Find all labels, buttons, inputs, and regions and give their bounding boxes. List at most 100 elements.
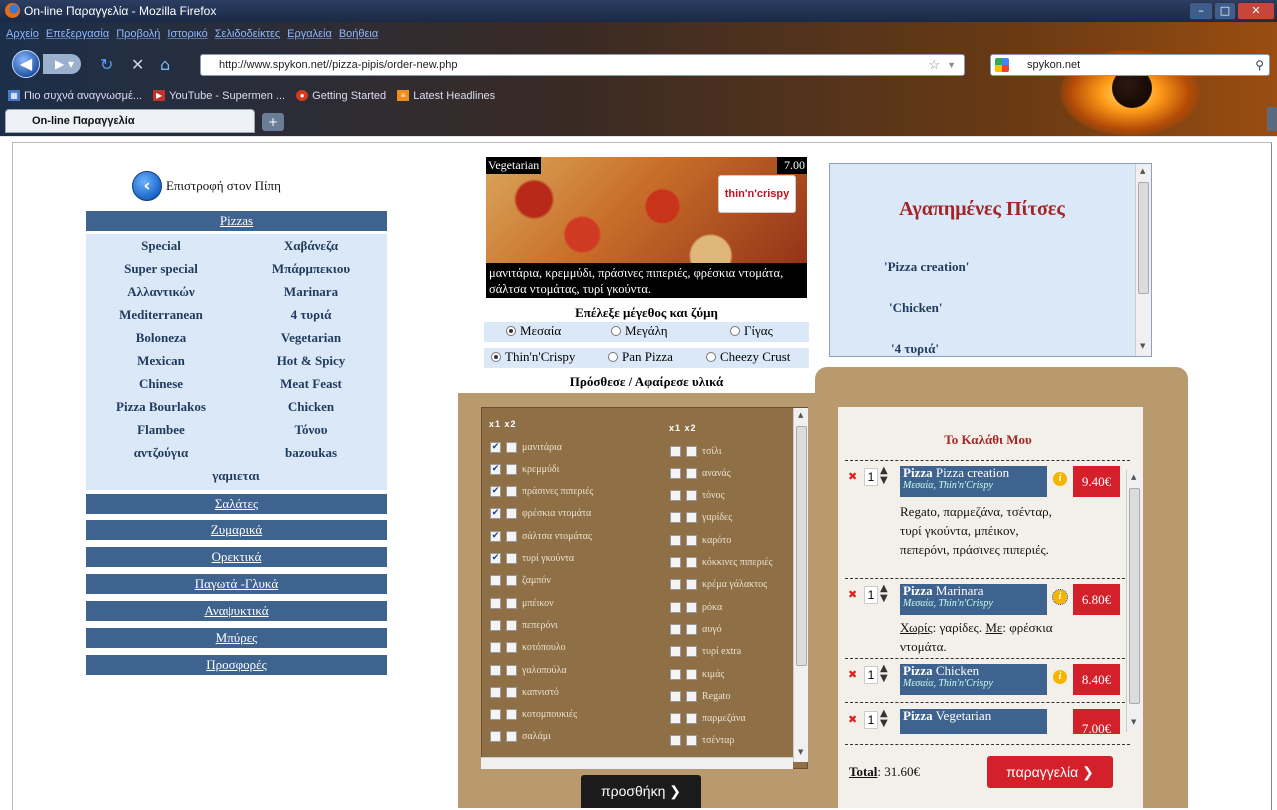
x1-checkbox[interactable] <box>490 709 501 721</box>
favorite-item[interactable]: 'Chicken' <box>889 300 942 316</box>
pizza-link[interactable]: γαμιεται <box>161 468 311 484</box>
x2-checkbox[interactable] <box>506 619 517 631</box>
bookmark-getting-started[interactable]: ● Getting Started <box>296 86 386 106</box>
pizza-link[interactable]: Τόνου <box>236 422 386 438</box>
x1-checkbox[interactable] <box>670 690 681 702</box>
pizza-link[interactable]: Chinese <box>86 376 236 392</box>
x1-checkbox[interactable] <box>490 597 501 609</box>
bookmark-most-visited[interactable]: ▦ Πιο συχνά αναγνωσμέ... <box>8 86 142 106</box>
x2-checkbox[interactable] <box>686 668 697 680</box>
remove-icon[interactable]: ✖ <box>848 668 857 681</box>
x1-checkbox[interactable] <box>670 490 681 502</box>
x2-checkbox[interactable] <box>686 445 697 457</box>
info-icon[interactable]: i <box>1053 670 1067 684</box>
x2-checkbox[interactable] <box>506 463 517 475</box>
radio-button[interactable] <box>608 352 618 362</box>
bookmark-star-icon[interactable]: ☆ <box>928 55 940 75</box>
back-label[interactable]: Επιστροφή στον Πίπη <box>166 178 281 194</box>
x2-checkbox[interactable] <box>506 575 517 587</box>
dough-option-cheezy-crust[interactable]: Cheezy Crust <box>706 349 790 365</box>
radio-button[interactable] <box>506 326 516 336</box>
ingredients-horizontal-scrollbar[interactable] <box>481 757 793 769</box>
new-tab-button[interactable]: + <box>262 113 284 131</box>
category-link[interactable]: Σαλάτες <box>86 494 387 514</box>
x1-checkbox[interactable] <box>670 445 681 457</box>
google-icon[interactable] <box>995 58 1009 72</box>
category-link[interactable]: Προσφορές <box>86 655 387 675</box>
pizza-link[interactable]: Mexican <box>86 353 236 369</box>
x1-checkbox[interactable] <box>670 623 681 635</box>
x1-checkbox[interactable] <box>670 735 681 747</box>
favorite-item[interactable]: '4 τυριά' <box>891 341 939 357</box>
search-icon[interactable]: ⚲ <box>1255 55 1264 75</box>
cart-scrollbar[interactable]: ▲ ▼ <box>1126 470 1142 732</box>
x2-checkbox[interactable] <box>686 579 697 591</box>
x2-checkbox[interactable] <box>686 623 697 635</box>
pizza-link[interactable]: Special <box>86 238 236 254</box>
x2-checkbox[interactable] <box>506 686 517 698</box>
remove-icon[interactable]: ✖ <box>848 588 857 601</box>
url-dropdown-icon[interactable]: ▼ <box>947 55 956 75</box>
radio-button[interactable] <box>491 352 501 362</box>
x1-checkbox[interactable] <box>490 664 501 676</box>
menu-item[interactable]: Σελιδοδείκτες <box>215 28 280 40</box>
minimize-button[interactable]: – <box>1189 2 1213 20</box>
menu-item[interactable]: Ιστορικό <box>167 28 207 40</box>
size-option-large[interactable]: Μεγάλη <box>611 323 668 339</box>
stop-icon[interactable]: ✕ <box>131 55 144 74</box>
size-option-giant[interactable]: Γίγας <box>730 323 773 339</box>
home-icon[interactable]: ⌂ <box>160 55 170 74</box>
pizza-link[interactable]: Χαβάνεζα <box>236 238 386 254</box>
pizza-link[interactable]: Flambee <box>86 422 236 438</box>
x2-checkbox[interactable] <box>506 709 517 721</box>
x1-checkbox[interactable] <box>490 575 501 587</box>
x2-checkbox[interactable] <box>506 441 517 453</box>
scroll-thumb[interactable] <box>796 426 807 666</box>
scroll-down-icon[interactable]: ▼ <box>1131 718 1136 726</box>
ingredients-scrollbar[interactable]: ▲ ▼ <box>793 408 808 762</box>
radio-button[interactable] <box>730 326 740 336</box>
radio-button[interactable] <box>611 326 621 336</box>
x2-checkbox[interactable] <box>686 557 697 568</box>
info-icon[interactable]: i <box>1052 589 1068 605</box>
scroll-thumb[interactable] <box>1138 182 1149 294</box>
pizza-link[interactable]: Αλλαντικών <box>86 284 236 300</box>
quantity-field[interactable]: 1 <box>864 711 878 729</box>
menu-item[interactable]: Επεξεργασία <box>46 28 109 40</box>
x2-checkbox[interactable] <box>686 467 697 479</box>
pizza-link[interactable]: Vegetarian <box>236 330 386 346</box>
back-to-pipis-link[interactable]: ‹ Επιστροφή στον Πίπη <box>132 170 281 202</box>
category-link[interactable]: Ορεκτικά <box>86 547 387 567</box>
quantity-stepper[interactable]: ▲ ▼ <box>880 664 888 684</box>
search-input[interactable]: spykon.net <box>1027 59 1080 71</box>
quantity-stepper[interactable]: ▲ ▼ <box>880 709 888 729</box>
x1-checkbox[interactable]: ✔ <box>490 441 501 453</box>
x2-checkbox[interactable] <box>506 731 517 743</box>
x1-checkbox[interactable] <box>670 601 681 613</box>
scroll-up-icon[interactable]: ▲ <box>798 411 803 419</box>
x1-checkbox[interactable]: ✔ <box>490 508 501 520</box>
pizza-link[interactable]: Meat Feast <box>236 376 386 392</box>
scroll-down-icon[interactable]: ▼ <box>1140 342 1145 350</box>
forward-button[interactable]: ▶ ▾ <box>43 54 81 74</box>
pizza-link[interactable]: Pizza Bourlakos <box>86 399 236 415</box>
menu-item[interactable]: Βοήθεια <box>339 28 378 40</box>
menu-item[interactable]: Εργαλεία <box>287 28 332 40</box>
favorite-item[interactable]: 'Pizza creation' <box>884 259 969 275</box>
menu-item[interactable]: Αρχείο <box>6 28 39 40</box>
x2-checkbox[interactable] <box>506 553 517 564</box>
x2-checkbox[interactable] <box>686 646 697 658</box>
x2-checkbox[interactable] <box>686 713 697 725</box>
place-order-button[interactable]: παραγγελία ❯ <box>987 756 1113 788</box>
pizza-link[interactable]: Boloneza <box>86 330 236 346</box>
pizza-link[interactable]: Chicken <box>236 399 386 415</box>
x1-checkbox[interactable]: ✔ <box>490 553 501 564</box>
size-option-medium[interactable]: Μεσαία <box>506 323 561 339</box>
quantity-field[interactable]: 1 <box>864 468 878 486</box>
x2-checkbox[interactable] <box>506 508 517 520</box>
tab-scroll-button[interactable] <box>1267 107 1277 131</box>
x2-checkbox[interactable] <box>506 597 517 609</box>
favorites-scrollbar[interactable]: ▲ ▼ <box>1135 164 1151 356</box>
close-window-button[interactable]: ✕ <box>1237 2 1275 20</box>
pizza-link[interactable]: Hot & Spicy <box>236 353 386 369</box>
